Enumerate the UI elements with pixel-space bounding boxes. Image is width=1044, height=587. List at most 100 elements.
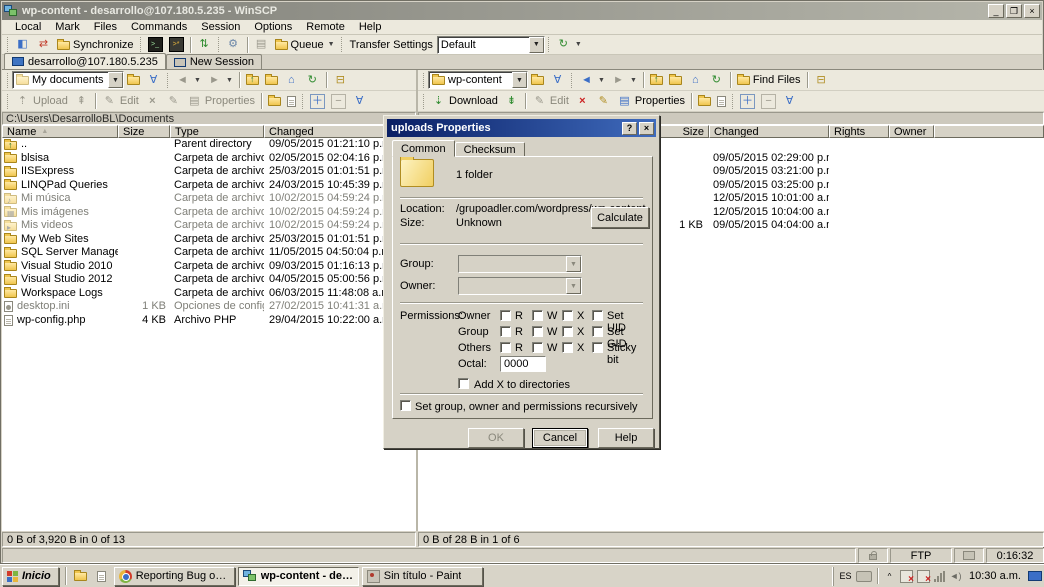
local-directory-tree-button[interactable]: ⊟ bbox=[330, 71, 351, 89]
network-monitor-icon[interactable] bbox=[1028, 571, 1042, 581]
remote-new-folder-button[interactable] bbox=[695, 92, 714, 110]
perm-checkbox-set-uid[interactable] bbox=[592, 310, 603, 321]
file-row[interactable]: desktop.ini1 KBOpciones de config...27/0… bbox=[2, 300, 416, 314]
perm-checkbox-group-x[interactable] bbox=[562, 326, 573, 337]
file-row[interactable]: My Web SitesCarpeta de archivos25/03/201… bbox=[2, 233, 416, 247]
menu-item-remote[interactable]: Remote bbox=[299, 20, 352, 35]
local-root-directory-button[interactable] bbox=[262, 71, 281, 89]
remote-home-directory-button[interactable]: ⌂ bbox=[685, 71, 706, 89]
network-signal-icon[interactable] bbox=[934, 571, 945, 582]
task-button-paint[interactable]: Sin título - Paint bbox=[362, 567, 483, 586]
file-row[interactable]: Mi músicaCarpeta de archivos10/02/2015 0… bbox=[2, 192, 416, 206]
download-and-delete-button[interactable]: ⇟ bbox=[501, 92, 522, 110]
local-properties-button[interactable]: ▤Properties bbox=[184, 92, 258, 110]
local-forward-button[interactable]: ►▼ bbox=[204, 71, 236, 89]
add-x-checkbox[interactable] bbox=[458, 378, 469, 389]
volume-icon[interactable]: ◄) bbox=[949, 570, 962, 583]
file-row[interactable]: Visual Studio 2012Carpeta de archivos04/… bbox=[2, 273, 416, 287]
file-row[interactable]: ..Parent directory09/05/2015 01:21:10 p.… bbox=[2, 138, 416, 152]
start-button[interactable]: Inicio bbox=[2, 567, 59, 586]
perm-checkbox-others-x[interactable] bbox=[562, 342, 573, 353]
remote-properties-button[interactable]: ▤Properties bbox=[614, 92, 688, 110]
local-select-button[interactable]: ＋ bbox=[307, 92, 328, 110]
open-terminal-button[interactable]: >_ bbox=[145, 36, 166, 54]
perm-checkbox-set-gid[interactable] bbox=[592, 326, 603, 337]
restore-button[interactable]: ❐ bbox=[1006, 4, 1022, 18]
local-filter-button[interactable]: ∀ bbox=[143, 71, 164, 89]
file-row[interactable]: Mis videosCarpeta de archivos10/02/2015 … bbox=[2, 219, 416, 233]
swap-panels-button[interactable]: ⇄ bbox=[33, 36, 54, 54]
owner-combo[interactable]: ▼ bbox=[458, 277, 582, 295]
upload-and-delete-button[interactable]: ⇞ bbox=[71, 92, 92, 110]
local-new-file-button[interactable] bbox=[284, 92, 299, 110]
remote-delete-button[interactable]: × bbox=[572, 92, 593, 110]
remote-drive-dropdown-arrow[interactable]: ▼ bbox=[512, 72, 527, 88]
menu-item-commands[interactable]: Commands bbox=[124, 20, 194, 35]
local-new-folder-button[interactable] bbox=[265, 92, 284, 110]
perm-checkbox-others-w[interactable] bbox=[532, 342, 543, 353]
remote-refresh-button[interactable]: ↻ bbox=[706, 71, 727, 89]
remote-drive-combo[interactable]: wp-content ▼ bbox=[428, 71, 528, 89]
dialog-tab-checksum[interactable]: Checksum bbox=[455, 142, 525, 157]
local-back-button[interactable]: ◄▼ bbox=[172, 71, 204, 89]
remote-root-directory-button[interactable] bbox=[666, 71, 685, 89]
remote-select-same-ext-button[interactable]: ∀ bbox=[779, 92, 800, 110]
column-header-rights[interactable]: Rights bbox=[829, 125, 889, 138]
calculate-button[interactable]: Calculate bbox=[591, 207, 649, 228]
menu-item-mark[interactable]: Mark bbox=[48, 20, 86, 35]
remote-edit-button[interactable]: ✎Edit bbox=[529, 92, 572, 110]
file-row[interactable]: IISExpressCarpeta de archivos25/03/2015 … bbox=[2, 165, 416, 179]
menu-item-local[interactable]: Local bbox=[8, 20, 48, 35]
column-header-type[interactable]: Type bbox=[170, 125, 264, 138]
minimize-button[interactable]: _ bbox=[988, 4, 1004, 18]
file-row[interactable]: Visual Studio 2010Carpeta de archivos09/… bbox=[2, 260, 416, 274]
upload-button[interactable]: ⇡Upload bbox=[12, 92, 71, 110]
close-button[interactable]: × bbox=[1024, 4, 1040, 18]
local-parent-directory-button[interactable] bbox=[243, 71, 262, 89]
remote-parent-directory-button[interactable] bbox=[647, 71, 666, 89]
remote-filter-button[interactable]: ∀ bbox=[547, 71, 568, 89]
perm-checkbox-owner-w[interactable] bbox=[532, 310, 543, 321]
local-home-directory-button[interactable]: ⌂ bbox=[281, 71, 302, 89]
local-delete-button[interactable]: × bbox=[142, 92, 163, 110]
transfer-settings-dropdown-arrow[interactable]: ▼ bbox=[529, 37, 544, 53]
ok-button[interactable]: OK bbox=[468, 428, 524, 448]
perm-checkbox-owner-x[interactable] bbox=[562, 310, 573, 321]
local-drive-combo[interactable]: My documents ▼ bbox=[12, 71, 124, 89]
transfer-settings-combo[interactable]: Default ▼ bbox=[437, 36, 545, 54]
file-row[interactable]: Mis imágenesCarpeta de archivos10/02/201… bbox=[2, 206, 416, 220]
perm-checkbox-others-r[interactable] bbox=[500, 342, 511, 353]
status-protocol-segment[interactable]: FTP bbox=[890, 548, 952, 563]
perm-checkbox-sticky-bit[interactable] bbox=[592, 342, 603, 353]
queue-dropdown-arrow[interactable]: ▼ bbox=[328, 41, 335, 48]
session-generate-url-button[interactable]: ↻ ▼ bbox=[553, 36, 585, 54]
remote-forward-button[interactable]: ►▼ bbox=[608, 71, 640, 89]
security-alert-icon[interactable] bbox=[900, 570, 913, 583]
column-header-owner[interactable]: Owner bbox=[889, 125, 934, 138]
synchronize-browsing-button[interactable]: ⇅ bbox=[194, 36, 215, 54]
remote-directory-tree-button[interactable]: ⊟ bbox=[811, 71, 832, 89]
abort-transfer-button[interactable]: ▤ bbox=[251, 36, 272, 54]
file-row[interactable]: LINQPad QueriesCarpeta de archivos24/03/… bbox=[2, 179, 416, 193]
session-dropdown-arrow[interactable]: ▼ bbox=[575, 41, 582, 48]
keyboard-icon[interactable] bbox=[856, 571, 872, 582]
perm-checkbox-group-r[interactable] bbox=[500, 326, 511, 337]
local-rename-button[interactable]: ✎ bbox=[163, 92, 184, 110]
console-commands-button[interactable]: >* bbox=[166, 36, 187, 54]
dialog-help-icon-button[interactable]: ? bbox=[622, 122, 637, 135]
dialog-tab-common[interactable]: Common bbox=[392, 140, 455, 157]
file-row[interactable]: blsisaCarpeta de archivos02/05/2015 02:0… bbox=[2, 152, 416, 166]
quicklaunch-explorer-icon[interactable] bbox=[72, 567, 90, 585]
remote-select-button[interactable]: ＋ bbox=[737, 92, 758, 110]
column-header-name[interactable]: Name▲ bbox=[2, 125, 118, 138]
recursive-checkbox[interactable] bbox=[400, 400, 411, 411]
download-button[interactable]: ⇣Download bbox=[428, 92, 501, 110]
quicklaunch-notepad-icon[interactable] bbox=[93, 567, 111, 585]
local-refresh-button[interactable]: ↻ bbox=[302, 71, 323, 89]
session-tab-2[interactable]: New Session bbox=[166, 54, 262, 69]
local-path-bar[interactable]: C:\Users\DesarrolloBL\Documents bbox=[2, 112, 416, 125]
remote-unselect-button[interactable]: − bbox=[758, 92, 779, 110]
group-combo[interactable]: ▼ bbox=[458, 255, 582, 273]
menu-item-options[interactable]: Options bbox=[247, 20, 299, 35]
task-button-chrome[interactable]: Reporting Bug or Asking ... bbox=[114, 567, 235, 586]
